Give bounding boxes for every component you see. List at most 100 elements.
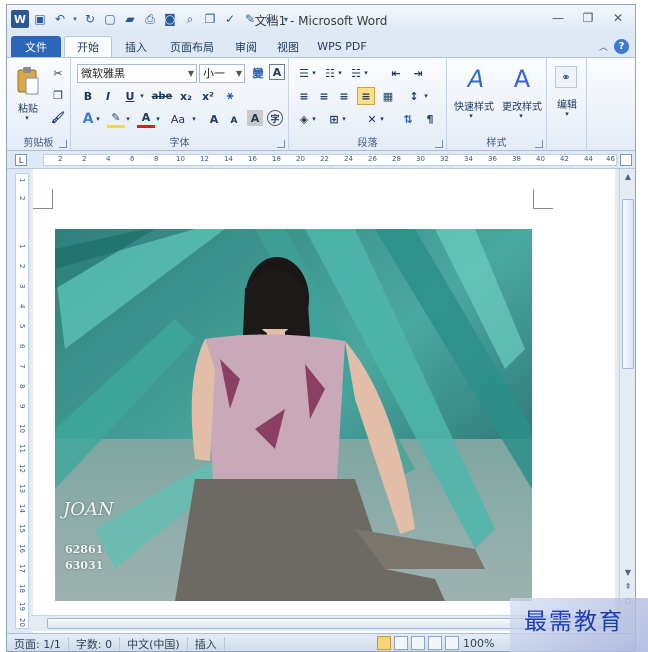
change-case-button[interactable]: Aa: [167, 110, 189, 128]
paragraph-launcher-icon[interactable]: [435, 140, 443, 148]
font-group-label: 字体: [169, 138, 190, 149]
change-styles-icon[interactable]: A: [507, 64, 537, 94]
status-word-count[interactable]: 字数: 0: [69, 636, 121, 651]
underline-dropdown-icon[interactable]: ▾: [137, 87, 147, 105]
vruler-tick: 15: [18, 524, 26, 533]
align-right-icon[interactable]: ≡: [335, 87, 353, 105]
tab-file[interactable]: 文件: [11, 36, 61, 57]
vruler-tick: 6: [18, 344, 26, 349]
character-shading-button[interactable]: A: [247, 110, 263, 126]
full-screen-reading-view-icon[interactable]: [394, 636, 408, 650]
document-area[interactable]: JOAN 62861 63031: [31, 169, 617, 633]
print-layout-view-icon[interactable]: [377, 636, 391, 650]
status-language[interactable]: 中文(中国): [120, 636, 188, 651]
vruler-tick: 2: [18, 264, 26, 269]
tab-page-layout[interactable]: 页面布局: [160, 36, 224, 57]
sort-icon[interactable]: ⇅: [399, 110, 417, 128]
vertical-ruler[interactable]: 1 2 1 2 3 4 5 6 7 8 9 10 11 12 13 14 15 …: [15, 173, 29, 629]
editing-dropdown-icon[interactable]: ▾: [561, 110, 573, 118]
shrink-font-button[interactable]: A: [225, 112, 243, 130]
tab-home[interactable]: 开始: [64, 36, 112, 57]
tab-insert[interactable]: 插入: [114, 36, 158, 57]
text-effects-icon[interactable]: ⚹: [221, 87, 239, 105]
scroll-down-icon[interactable]: ▼: [620, 565, 635, 579]
inserted-photo[interactable]: JOAN 62861 63031: [55, 229, 532, 601]
collapse-ribbon-icon[interactable]: ︿: [599, 40, 608, 53]
chinese-layout-dropdown-icon[interactable]: ▾: [377, 110, 387, 128]
align-center-icon[interactable]: ≡: [315, 87, 333, 105]
justify-icon[interactable]: ≡: [357, 87, 375, 105]
highlight-dropdown-icon[interactable]: ▾: [123, 110, 133, 128]
crop-mark-top-left: [33, 189, 53, 209]
change-styles-dropdown-icon[interactable]: ▾: [515, 112, 527, 120]
tab-review[interactable]: 审阅: [226, 36, 266, 57]
superscript-button[interactable]: x²: [199, 87, 217, 105]
vertical-scrollbar[interactable]: ▲ ▼ ⇞ ○: [619, 169, 635, 615]
scroll-up-icon[interactable]: ▲: [620, 169, 635, 183]
help-icon[interactable]: ?: [614, 39, 629, 54]
italic-button[interactable]: I: [99, 87, 117, 105]
ruler-tick: 30: [416, 155, 425, 163]
enclose-character-icon[interactable]: 字: [267, 110, 283, 126]
format-painter-icon[interactable]: 🖌: [49, 108, 67, 126]
decrease-indent-icon[interactable]: ⇤: [387, 64, 405, 82]
outline-view-icon[interactable]: [428, 636, 442, 650]
zoom-level[interactable]: 100%: [463, 637, 494, 650]
font-size-select[interactable]: 小一 ▼: [199, 64, 245, 83]
close-icon[interactable]: ✕: [605, 9, 631, 27]
quick-styles-icon[interactable]: A: [461, 64, 491, 94]
document-page[interactable]: JOAN 62861 63031: [33, 169, 615, 633]
font-name-select[interactable]: 微软雅黑 ▼: [77, 64, 197, 83]
phonetic-guide-icon[interactable]: 變: [249, 64, 267, 82]
subscript-button[interactable]: x₂: [177, 87, 195, 105]
tab-selector-icon[interactable]: L: [15, 154, 27, 166]
previous-page-icon[interactable]: ⇞: [620, 579, 635, 593]
find-binoculars-icon[interactable]: ⚭: [555, 66, 577, 88]
draft-view-icon[interactable]: [445, 636, 459, 650]
font-color-dropdown-icon[interactable]: ▾: [153, 110, 163, 128]
shading-dropdown-icon[interactable]: ▾: [309, 110, 319, 128]
tab-view[interactable]: 视图: [268, 36, 308, 57]
copy-button-icon[interactable]: ❐: [49, 86, 67, 104]
vruler-tick: 12: [18, 464, 26, 473]
minimize-icon[interactable]: —: [545, 9, 571, 27]
paste-dropdown-icon[interactable]: ▾: [21, 114, 33, 122]
cut-icon[interactable]: ✂: [49, 64, 67, 82]
horizontal-ruler[interactable]: L 2 2 4 6 8 10 12 14 16 18 20 22 24 26 2…: [7, 151, 635, 169]
paste-button[interactable]: [13, 64, 43, 98]
borders-dropdown-icon[interactable]: ▾: [339, 110, 349, 128]
web-layout-view-icon[interactable]: [411, 636, 425, 650]
photo-image: [55, 229, 532, 601]
clipboard-launcher-icon[interactable]: [59, 140, 67, 148]
clear-format-icon[interactable]: A: [269, 64, 285, 80]
tab-wps-pdf[interactable]: WPS PDF: [310, 36, 374, 57]
vruler-tick: 13: [18, 484, 26, 493]
editing-label[interactable]: 编辑: [547, 96, 587, 111]
vertical-scroll-thumb[interactable]: [622, 199, 634, 369]
change-styles-label[interactable]: 更改样式: [497, 98, 547, 113]
paste-label[interactable]: 粘贴: [11, 100, 45, 115]
text-effect-dropdown-icon[interactable]: ▾: [93, 110, 103, 128]
numbering-dropdown-icon[interactable]: ▾: [335, 64, 345, 82]
styles-launcher-icon[interactable]: [535, 140, 543, 148]
show-marks-icon[interactable]: ¶: [421, 110, 439, 128]
ruler-scale[interactable]: 2 2 4 6 8 10 12 14 16 18 20 22 24 26 28 …: [43, 154, 617, 166]
line-spacing-dropdown-icon[interactable]: ▾: [421, 87, 431, 105]
vruler-tick: 2: [18, 196, 26, 201]
grow-font-button[interactable]: A: [205, 110, 223, 128]
quick-styles-dropdown-icon[interactable]: ▾: [465, 112, 477, 120]
bold-button[interactable]: B: [79, 87, 97, 105]
view-ruler-icon[interactable]: [620, 154, 632, 166]
quick-styles-label[interactable]: 快速样式: [449, 98, 499, 113]
status-page-count[interactable]: 页面: 1/1: [7, 636, 69, 651]
restore-icon[interactable]: ❐: [575, 9, 601, 27]
font-launcher-icon[interactable]: [277, 140, 285, 148]
distributed-icon[interactable]: ▦: [379, 87, 397, 105]
multilevel-dropdown-icon[interactable]: ▾: [361, 64, 371, 82]
align-left-icon[interactable]: ≡: [295, 87, 313, 105]
status-insert-mode[interactable]: 插入: [188, 636, 225, 651]
strikethrough-button[interactable]: abe: [151, 87, 173, 105]
increase-indent-icon[interactable]: ⇥: [409, 64, 427, 82]
bullets-dropdown-icon[interactable]: ▾: [309, 64, 319, 82]
change-case-dropdown-icon[interactable]: ▾: [189, 110, 199, 128]
